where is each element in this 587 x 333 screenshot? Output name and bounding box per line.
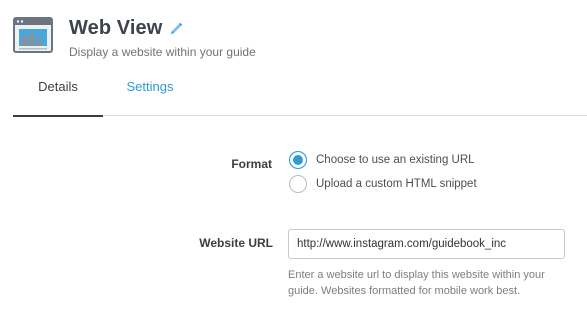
page-subtitle: Display a website within your guide — [69, 45, 256, 59]
website-url-label: Website URL — [199, 236, 273, 250]
page-header: Web View Display a website within your g… — [13, 13, 573, 63]
tab-details[interactable]: Details — [13, 66, 103, 117]
tab-bar: Details Settings — [13, 66, 587, 117]
website-url-help: Enter a website url to display this webs… — [288, 269, 545, 297]
title-block: Web View Display a website within your g… — [69, 17, 256, 59]
format-option-html-snippet[interactable]: Upload a custom HTML snippet — [289, 175, 477, 193]
browser-window-icon — [13, 17, 53, 53]
tab-settings[interactable]: Settings — [115, 66, 185, 116]
format-option-existing-url[interactable]: Choose to use an existing URL — [289, 151, 475, 169]
format-option-label: Upload a custom HTML snippet — [316, 178, 477, 190]
radio-button[interactable] — [289, 175, 307, 193]
format-label: Format — [231, 157, 272, 171]
format-option-label: Choose to use an existing URL — [316, 154, 475, 166]
website-url-input[interactable] — [288, 229, 565, 259]
radio-button-selected[interactable] — [289, 151, 307, 169]
page-title: Web View — [69, 17, 163, 39]
pencil-icon[interactable] — [168, 21, 184, 37]
